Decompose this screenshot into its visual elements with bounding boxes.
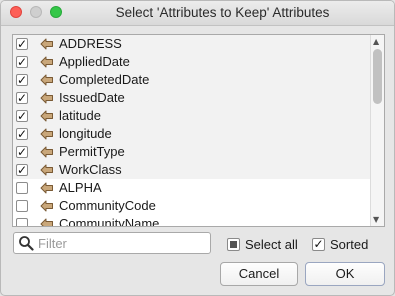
attribute-checkbox[interactable]: ✓ xyxy=(16,146,28,158)
scroll-down-arrow-icon[interactable]: ▼ xyxy=(373,215,379,224)
attribute-checkbox[interactable]: ✓ xyxy=(16,74,28,86)
attribute-label: PermitType xyxy=(59,144,125,159)
attribute-label: WorkClass xyxy=(59,162,122,177)
attribute-label: AppliedDate xyxy=(59,54,130,69)
select-all-option[interactable]: Select all xyxy=(227,237,307,253)
attribute-checkbox[interactable]: ✓ xyxy=(16,110,28,122)
attribute-checkbox[interactable]: ✓ xyxy=(16,38,28,50)
attribute-label: CommunityCode xyxy=(59,198,156,213)
attribute-checkbox[interactable] xyxy=(16,218,28,226)
attribute-arrow-icon xyxy=(40,128,53,140)
attribute-arrow-icon xyxy=(40,218,53,226)
select-all-label: Select all xyxy=(245,237,298,252)
attribute-arrow-icon xyxy=(40,38,53,50)
attribute-arrow-icon xyxy=(40,56,53,68)
dialog-window: Select 'Attributes to Keep' Attributes ✓… xyxy=(0,0,395,296)
close-window-button[interactable] xyxy=(10,6,22,18)
attribute-checkbox[interactable] xyxy=(16,182,28,194)
attribute-label: CompletedDate xyxy=(59,72,150,87)
attribute-label: CommunityName xyxy=(59,216,160,227)
attribute-row[interactable]: ✓ latitude xyxy=(13,107,370,125)
attribute-row[interactable]: ✓ CompletedDate xyxy=(13,71,370,89)
attribute-row[interactable]: ✓ ADDRESS xyxy=(13,35,370,53)
attribute-label: longitude xyxy=(59,126,112,141)
attribute-label: IssuedDate xyxy=(59,90,125,105)
attribute-label: ADDRESS xyxy=(59,36,122,51)
attribute-checkbox[interactable]: ✓ xyxy=(16,92,28,104)
attribute-checkbox[interactable]: ✓ xyxy=(16,164,28,176)
attribute-row[interactable]: ✓ AppliedDate xyxy=(13,53,370,71)
attribute-list: ✓ ADDRESS ✓ AppliedDate ✓ CompletedDate … xyxy=(12,34,385,227)
attribute-checkbox[interactable]: ✓ xyxy=(16,56,28,68)
attribute-arrow-icon xyxy=(40,74,53,86)
attribute-arrow-icon xyxy=(40,146,53,158)
attribute-checkbox[interactable] xyxy=(16,200,28,212)
title-bar: Select 'Attributes to Keep' Attributes xyxy=(1,1,394,26)
attribute-row[interactable]: ALPHA xyxy=(13,179,370,197)
scroll-up-arrow-icon[interactable]: ▲ xyxy=(373,37,379,46)
attribute-row[interactable]: ✓ IssuedDate xyxy=(13,89,370,107)
minimize-window-button[interactable] xyxy=(30,6,42,18)
sorted-checkbox[interactable]: ✓ xyxy=(312,238,325,251)
attribute-label: latitude xyxy=(59,108,101,123)
sorted-label: Sorted xyxy=(330,237,369,252)
attribute-arrow-icon xyxy=(40,164,53,176)
attribute-row[interactable]: ✓ PermitType xyxy=(13,143,370,161)
attribute-row[interactable]: CommunityCode xyxy=(13,197,370,215)
attribute-row[interactable]: CommunityName xyxy=(13,215,370,227)
filter-input[interactable] xyxy=(38,234,206,252)
attribute-label: ALPHA xyxy=(59,180,102,195)
list-scrollbar[interactable]: ▲ ▼ xyxy=(370,35,384,226)
search-icon xyxy=(19,236,34,251)
attribute-arrow-icon xyxy=(40,200,53,212)
attribute-rows: ✓ ADDRESS ✓ AppliedDate ✓ CompletedDate … xyxy=(13,35,370,227)
attribute-arrow-icon xyxy=(40,182,53,194)
sorted-option[interactable]: ✓ Sorted xyxy=(312,237,382,253)
dialog-title: Select 'Attributes to Keep' Attributes xyxy=(115,5,330,20)
cancel-button[interactable]: Cancel xyxy=(220,262,298,286)
attribute-row[interactable]: ✓ WorkClass xyxy=(13,161,370,179)
scroll-thumb[interactable] xyxy=(373,49,382,104)
attribute-row[interactable]: ✓ longitude xyxy=(13,125,370,143)
select-all-checkbox[interactable] xyxy=(227,238,240,251)
attribute-arrow-icon xyxy=(40,92,53,104)
ok-button[interactable]: OK xyxy=(305,262,385,286)
attribute-checkbox[interactable]: ✓ xyxy=(16,128,28,140)
attribute-arrow-icon xyxy=(40,110,53,122)
filter-field[interactable] xyxy=(13,232,211,254)
